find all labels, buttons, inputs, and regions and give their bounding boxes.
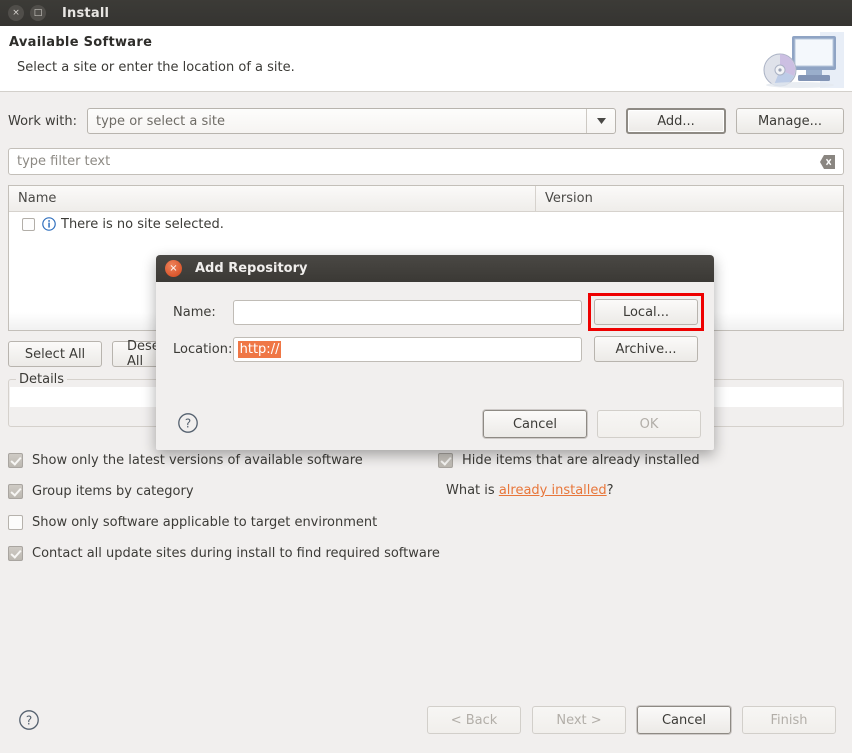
back-button[interactable]: < Back: [427, 706, 521, 734]
window-title: Install: [62, 5, 110, 21]
option-label: Hide items that are already installed: [462, 453, 700, 468]
column-header-version[interactable]: Version: [536, 186, 843, 211]
already-installed-link[interactable]: already installed: [499, 483, 607, 498]
option-label: Group items by category: [32, 484, 194, 499]
option-label: Show only software applicable to target …: [32, 515, 378, 530]
work-with-row: Work with: type or select a site Add... …: [8, 108, 844, 134]
window-titlebar: × □ Install: [0, 0, 852, 26]
wizard-banner: Available Software Select a site or ente…: [0, 26, 852, 92]
option-contact-update-sites[interactable]: Contact all update sites during install …: [8, 538, 844, 569]
dialog-ok-button[interactable]: OK: [597, 410, 701, 438]
add-repository-dialog: × Add Repository Name: Local... Location…: [156, 255, 714, 450]
location-input-value: http://: [237, 340, 282, 358]
dialog-body: Name: Local... Location: http:// Archive…: [156, 282, 714, 362]
what-is-prefix: What is: [446, 483, 499, 498]
wizard-nav-buttons: < Back Next > Cancel Finish: [416, 706, 836, 734]
monitor-cd-icon: [760, 30, 844, 92]
option-label: Contact all update sites during install …: [32, 546, 440, 561]
table-row[interactable]: There is no site selected.: [9, 212, 843, 236]
dialog-close-icon[interactable]: ×: [165, 260, 182, 277]
what-is-installed-text: What is already installed?: [438, 483, 700, 498]
dialog-footer: ? Cancel OK: [156, 396, 714, 450]
what-is-suffix: ?: [606, 483, 614, 498]
dialog-cancel-button[interactable]: Cancel: [483, 410, 587, 438]
local-button[interactable]: Local...: [594, 299, 698, 325]
work-with-combo[interactable]: type or select a site: [87, 108, 616, 134]
filter-placeholder: type filter text: [17, 154, 111, 169]
location-input[interactable]: http://: [232, 336, 582, 362]
page-subtitle: Select a site or enter the location of a…: [17, 60, 295, 75]
manage-sites-button[interactable]: Manage...: [736, 108, 844, 134]
checkbox-contact-update-sites[interactable]: [8, 546, 23, 561]
finish-button[interactable]: Finish: [742, 706, 836, 734]
svg-text:?: ?: [26, 713, 32, 727]
checkbox-group-by-category[interactable]: [8, 484, 23, 499]
archive-button[interactable]: Archive...: [594, 336, 698, 362]
options-area: Show only the latest versions of availab…: [8, 445, 844, 561]
row-checkbox[interactable]: [22, 217, 35, 231]
dialog-title: Add Repository: [195, 261, 308, 276]
archive-button-wrap: Archive...: [594, 336, 698, 362]
details-label: Details: [16, 372, 68, 387]
name-input[interactable]: [232, 299, 582, 325]
table-row-label: There is no site selected.: [61, 216, 224, 232]
name-field-row: Name: Local...: [173, 293, 704, 331]
svg-text:?: ?: [185, 416, 191, 430]
dialog-titlebar: × Add Repository: [156, 255, 714, 282]
work-with-combo-value: type or select a site: [96, 113, 225, 129]
select-all-button[interactable]: Select All: [8, 341, 102, 367]
page-title: Available Software: [9, 35, 153, 50]
wizard-footer: ? < Back Next > Cancel Finish: [0, 695, 852, 753]
clear-text-icon[interactable]: [820, 154, 835, 169]
table-header: Name Version: [9, 186, 843, 212]
local-button-wrap: Local...: [588, 293, 704, 331]
dialog-help-icon[interactable]: ?: [177, 412, 199, 434]
name-label: Name:: [173, 304, 216, 320]
location-label: Location:: [173, 341, 233, 357]
chevron-down-icon[interactable]: [586, 109, 615, 133]
filter-input[interactable]: type filter text: [8, 148, 844, 175]
window-close-icon[interactable]: ×: [8, 5, 24, 21]
option-group-by-category[interactable]: Group items by category: [8, 476, 844, 507]
option-applicable-to-target[interactable]: Show only software applicable to target …: [8, 507, 844, 538]
options-right-column: Hide items that are already installed Wh…: [438, 445, 700, 498]
info-icon: [42, 217, 56, 231]
checkbox-applicable-to-target[interactable]: [8, 515, 23, 530]
add-site-button[interactable]: Add...: [626, 108, 726, 134]
help-icon[interactable]: ?: [18, 709, 40, 731]
option-label: Show only the latest versions of availab…: [32, 453, 363, 468]
location-field-row: Location: http:// Archive...: [173, 336, 698, 362]
dialog-action-buttons: Cancel OK: [473, 410, 701, 438]
work-with-label: Work with:: [8, 113, 78, 129]
next-button[interactable]: Next >: [532, 706, 626, 734]
checkbox-hide-installed[interactable]: [438, 453, 453, 468]
checkbox-show-latest-versions[interactable]: [8, 453, 23, 468]
cancel-button[interactable]: Cancel: [637, 706, 731, 734]
column-header-name[interactable]: Name: [9, 186, 536, 211]
window-maximize-icon[interactable]: □: [30, 5, 46, 21]
